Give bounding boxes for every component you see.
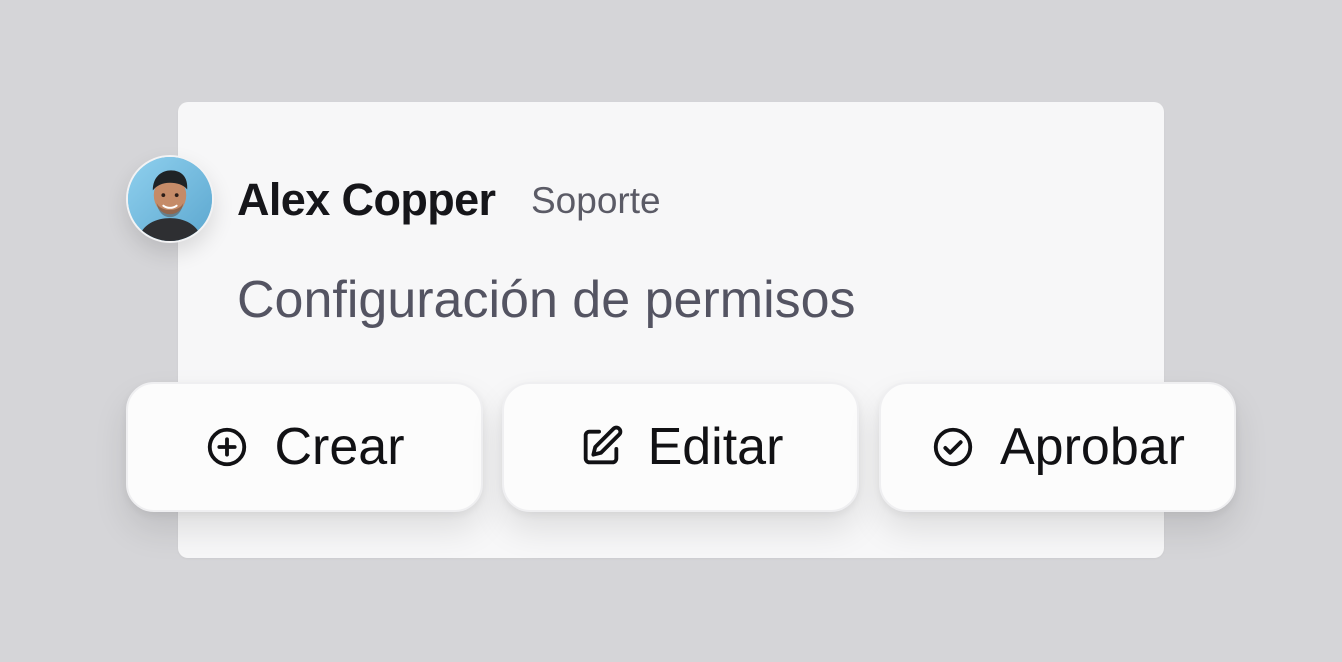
- plus-circle-icon: [204, 424, 250, 470]
- message-text: Configuración de permisos: [237, 271, 856, 329]
- approve-button-label: Aprobar: [1000, 418, 1185, 476]
- edit-button[interactable]: Editar: [502, 382, 859, 512]
- edit-icon: [578, 424, 624, 470]
- create-button-label: Crear: [274, 418, 405, 476]
- avatar: [126, 155, 214, 243]
- check-circle-icon: [930, 424, 976, 470]
- user-name: Alex Copper: [237, 174, 496, 225]
- create-button[interactable]: Crear: [126, 382, 483, 512]
- approve-button[interactable]: Aprobar: [879, 382, 1236, 512]
- user-role: Soporte: [531, 180, 661, 221]
- edit-button-label: Editar: [647, 418, 784, 476]
